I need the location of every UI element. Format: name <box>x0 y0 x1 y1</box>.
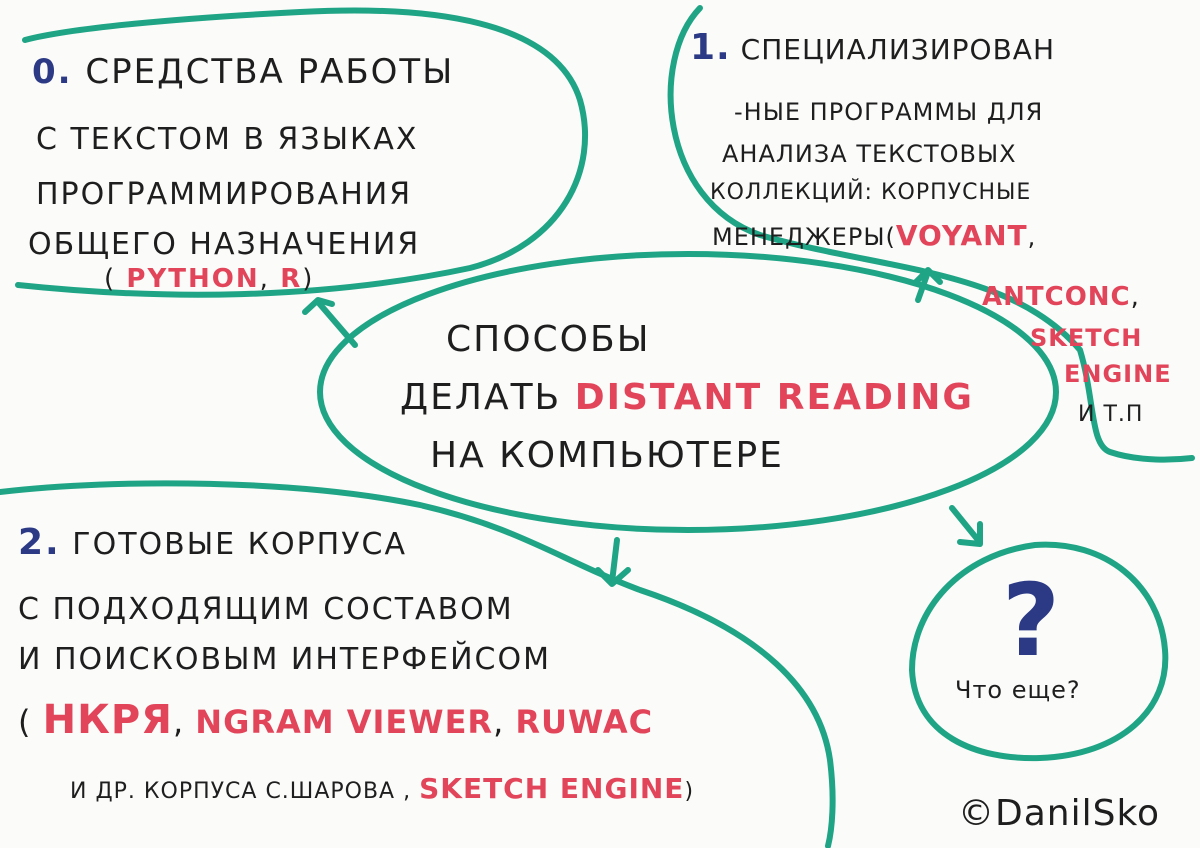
node1-tool-engine: Engine <box>1064 360 1172 388</box>
node0-tool-python: Python <box>126 264 260 294</box>
node0-number: 0. <box>32 52 73 92</box>
arrow-to-node0 <box>302 297 358 348</box>
node1-managers: менеджеры <box>712 223 886 251</box>
node1-comma1: , <box>1027 223 1037 251</box>
node0-line2: с текстом в языках <box>36 122 419 157</box>
node1-line2: -ные программы для <box>734 98 1044 126</box>
center-line1: СПОСОБЫ <box>446 319 651 360</box>
node1-line5: менеджеры(Voyant, <box>712 222 1036 250</box>
node2-tool-nkrya: НКРЯ <box>42 697 173 743</box>
node1-etc: и т.п <box>1078 402 1144 427</box>
center-line3: НА КОМПЬЮТЕРЕ <box>430 435 784 476</box>
node0-sep: , <box>259 264 270 294</box>
node2-title: Готовые корпуса <box>72 527 407 562</box>
node1-line1: 1. Специализирован <box>690 30 1055 66</box>
node2-sharov: и др. корпуса С.Шарова , <box>70 779 412 804</box>
node1-title: Специализирован <box>740 33 1056 66</box>
node2-tool-ruwac: RuWac <box>515 703 654 741</box>
node2-line2: с подходящим составом <box>18 592 514 627</box>
node1-line8: Engine <box>1064 362 1172 386</box>
node0-title: Средства работы <box>85 52 455 92</box>
node2-line1: 2. Готовые корпуса <box>18 525 407 561</box>
center-do: ДЕЛАТЬ <box>400 377 562 418</box>
node1-paren-open: ( <box>885 223 896 251</box>
signature: ©DanilSko <box>958 793 1161 834</box>
node2-paren-close: ) <box>684 779 695 804</box>
node0-tool-r: R <box>280 264 303 294</box>
node0-line1: 0. Средства работы <box>32 55 454 89</box>
node0-paren-open: ( <box>104 264 117 294</box>
center-line2: ДЕЛАТЬ DISTANT READING <box>400 380 974 416</box>
arrow-to-node2 <box>595 537 631 587</box>
node2-tool-ngram: Ngram Viewer <box>195 703 494 741</box>
node2-line3: и поисковым интерфейсом <box>18 642 551 677</box>
node1-tool-voyant: Voyant <box>895 219 1028 252</box>
node2-number: 2. <box>18 522 61 563</box>
node0-line3: программирования <box>36 177 413 212</box>
node2-line5: и др. корпуса С.Шарова , Sketch Engine) <box>70 775 694 803</box>
node2-tool-sketch-engine: Sketch Engine <box>419 772 685 805</box>
node1-comma2: , <box>1130 282 1140 312</box>
node1-number: 1. <box>690 27 731 68</box>
center-distant-reading: DISTANT READING <box>574 377 974 418</box>
arrow-to-node3 <box>949 505 983 547</box>
question-mark-icon: ? <box>1002 562 1061 679</box>
node3-label: Что еще? <box>955 676 1081 704</box>
node1-tool-sketch: Sketch <box>1030 324 1143 352</box>
node2-line4: ( НКРЯ, Ngram Viewer, RuWac <box>18 700 653 740</box>
node2-paren-open: ( <box>18 703 32 741</box>
node1-line3: анализа текстовых <box>722 140 1017 168</box>
node0-line4: общего назначения <box>28 227 421 262</box>
node2-comma1: , <box>172 703 185 741</box>
node1-line7: Sketch <box>1030 326 1142 350</box>
node1-line4: коллекций: корпусные <box>710 180 1032 205</box>
node1-tool-antconc: AntConc <box>982 282 1131 312</box>
node0-tools: ( Python, R) <box>104 266 314 292</box>
node2-comma2: , <box>493 703 505 741</box>
node1-line6: AntConc, <box>982 284 1140 310</box>
node0-paren-close: ) <box>302 264 315 294</box>
